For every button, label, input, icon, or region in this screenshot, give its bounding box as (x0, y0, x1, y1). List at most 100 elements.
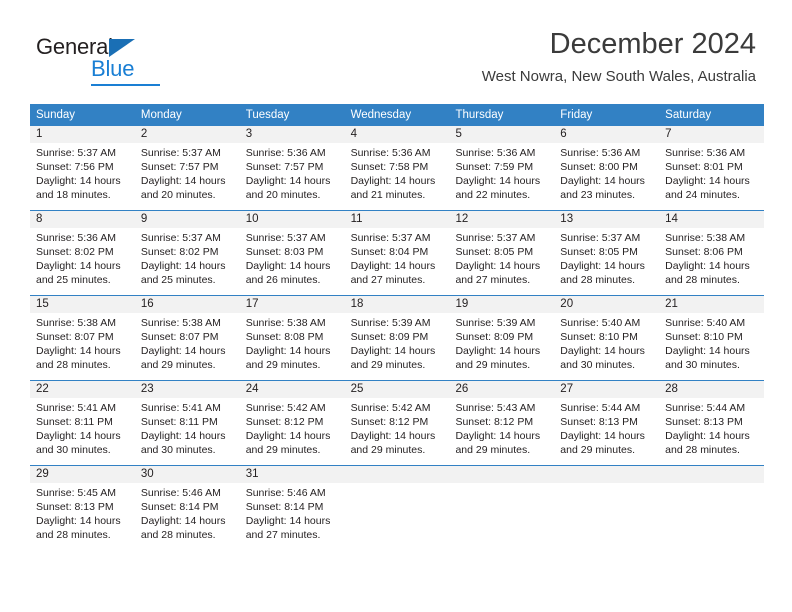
day-sunrise-text: Sunrise: 5:36 AM (36, 232, 116, 244)
calendar-week-row: 1 2 3 4 5 6 7 Sunrise: 5:37 AM Sunset: 7:56 PM Da… (30, 126, 764, 202)
day-number[interactable]: 23 (135, 381, 240, 398)
day-sunrise-text: Sunrise: 5:38 AM (245, 317, 326, 329)
day-number-empty (554, 466, 659, 483)
day-number[interactable]: 14 (659, 211, 764, 228)
day-number[interactable]: 24 (240, 381, 345, 398)
day-details-row: Sunrise: 5:36 AM Sunset: 8:02 PM Daylight:… (30, 228, 764, 287)
day-number[interactable]: 10 (240, 211, 345, 228)
day-sunset-text: Sunset: 8:02 PM (140, 246, 219, 258)
day-sunset-text: Sunset: 8:13 PM (665, 416, 743, 428)
day-number[interactable]: 20 (554, 296, 659, 313)
day-number[interactable]: 17 (240, 296, 345, 313)
day-daylight-1-text: Daylight: 14 hours (350, 430, 436, 442)
day-sunrise-text: Sunrise: 5:36 AM (350, 147, 431, 159)
day-sunset-text: Sunset: 8:11 PM (140, 416, 218, 428)
day-number[interactable]: 18 (345, 296, 450, 313)
day-number[interactable]: 22 (30, 381, 135, 398)
day-daylight-2-text: and 29 minutes. (455, 359, 531, 371)
day-number[interactable]: 4 (345, 126, 450, 143)
day-number[interactable]: 9 (135, 211, 240, 228)
day-details-row: Sunrise: 5:41 AM Sunset: 8:11 PM Daylight:… (30, 398, 764, 457)
calendar-week-row: 22 23 24 25 26 27 28 Sunrise: 5:41 AM Sunset: 8:… (30, 380, 764, 457)
day-sunrise-text: Sunrise: 5:46 AM (140, 487, 221, 499)
day-cell-empty (345, 483, 450, 542)
day-daylight-1-text: Daylight: 14 hours (350, 345, 436, 357)
day-sunrise-text: Sunrise: 5:39 AM (455, 317, 536, 329)
calendar-grid: Sunday Monday Tuesday Wednesday Thursday Frid… (30, 104, 764, 542)
day-cell-details: Sunrise: 5:38 AM Sunset: 8:07 PM Daylight:… (135, 313, 240, 372)
day-number[interactable]: 16 (135, 296, 240, 313)
day-daylight-1-text: Daylight: 14 hours (560, 345, 645, 357)
day-daylight-1-text: Daylight: 14 hours (36, 260, 121, 272)
day-sunrise-text: Sunrise: 5:37 AM (350, 232, 431, 244)
general-blue-logo[interactable]: General Blue (36, 34, 226, 86)
day-sunset-text: Sunset: 8:05 PM (455, 246, 534, 258)
day-cell-details: Sunrise: 5:37 AM Sunset: 8:05 PM Daylight:… (449, 228, 554, 287)
day-daylight-2-text: and 28 minutes. (140, 529, 216, 541)
day-number[interactable]: 3 (240, 126, 345, 143)
day-daylight-2-text: and 28 minutes. (665, 274, 740, 286)
day-number[interactable]: 31 (240, 466, 345, 483)
day-daylight-2-text: and 25 minutes. (36, 274, 111, 286)
day-sunset-text: Sunset: 8:07 PM (140, 331, 219, 343)
title-block: December 2024 West Nowra, New South Wale… (482, 26, 756, 88)
day-sunrise-text: Sunrise: 5:42 AM (350, 402, 431, 414)
day-cell-details: Sunrise: 5:39 AM Sunset: 8:09 PM Daylight:… (449, 313, 554, 372)
day-cell-details: Sunrise: 5:41 AM Sunset: 8:11 PM Daylight:… (30, 398, 135, 457)
day-daylight-2-text: and 30 minutes. (560, 359, 636, 371)
weekday-header-thursday: Thursday (455, 109, 504, 121)
day-number[interactable]: 7 (659, 126, 764, 143)
day-number[interactable]: 6 (554, 126, 659, 143)
day-number-empty (345, 466, 450, 483)
calendar-week-row: 8 9 10 11 12 13 14 Sunrise: 5:36 AM Sunset: 8:02… (30, 210, 764, 287)
day-number-band: 1234567 (30, 126, 764, 143)
day-details-row: Sunrise: 5:38 AM Sunset: 8:07 PM Daylight:… (30, 313, 764, 372)
day-daylight-1-text: Daylight: 14 hours (36, 515, 121, 527)
weekday-header-monday: Monday (140, 109, 182, 121)
day-daylight-2-text: and 21 minutes. (350, 189, 426, 201)
day-sunset-text: Sunset: 7:59 PM (455, 161, 534, 173)
day-number[interactable]: 13 (554, 211, 659, 228)
day-number[interactable]: 30 (135, 466, 240, 483)
day-daylight-2-text: and 24 minutes. (665, 189, 740, 201)
day-sunset-text: Sunset: 8:06 PM (665, 246, 743, 258)
day-cell-details: Sunrise: 5:42 AM Sunset: 8:12 PM Daylight:… (345, 398, 450, 457)
day-sunset-text: Sunset: 7:57 PM (245, 161, 324, 173)
day-daylight-2-text: and 25 minutes. (140, 274, 216, 286)
day-number[interactable]: 1 (30, 126, 135, 143)
day-number[interactable]: 26 (449, 381, 554, 398)
day-sunset-text: Sunset: 8:10 PM (560, 331, 638, 343)
day-number[interactable]: 27 (554, 381, 659, 398)
day-number[interactable]: 19 (449, 296, 554, 313)
day-number[interactable]: 5 (449, 126, 554, 143)
day-daylight-2-text: and 30 minutes. (665, 359, 740, 371)
day-sunrise-text: Sunrise: 5:40 AM (560, 317, 641, 329)
logo-text-blue: Blue (91, 56, 135, 81)
day-daylight-1-text: Daylight: 14 hours (140, 430, 226, 442)
day-number[interactable]: 28 (659, 381, 764, 398)
day-number[interactable]: 25 (345, 381, 450, 398)
day-daylight-1-text: Daylight: 14 hours (140, 260, 226, 272)
day-daylight-2-text: and 29 minutes. (140, 359, 216, 371)
day-cell-details: Sunrise: 5:43 AM Sunset: 8:12 PM Daylight:… (449, 398, 554, 457)
day-daylight-1-text: Daylight: 14 hours (665, 260, 750, 272)
calendar-page: General Blue December 2024 West Nowra, N… (0, 0, 792, 612)
day-daylight-1-text: Daylight: 14 hours (245, 345, 331, 357)
day-number[interactable]: 21 (659, 296, 764, 313)
day-daylight-2-text: and 28 minutes. (560, 274, 636, 286)
day-number[interactable]: 12 (449, 211, 554, 228)
day-number[interactable]: 29 (30, 466, 135, 483)
day-cell-details: Sunrise: 5:37 AM Sunset: 8:02 PM Daylight:… (135, 228, 240, 287)
day-sunrise-text: Sunrise: 5:44 AM (560, 402, 641, 414)
day-number[interactable]: 11 (345, 211, 450, 228)
day-number[interactable]: 2 (135, 126, 240, 143)
day-number[interactable]: 8 (30, 211, 135, 228)
logo-triangle-icon (109, 39, 135, 57)
day-sunrise-text: Sunrise: 5:44 AM (665, 402, 746, 414)
day-number[interactable]: 15 (30, 296, 135, 313)
day-sunset-text: Sunset: 8:09 PM (350, 331, 429, 343)
day-cell-details: Sunrise: 5:37 AM Sunset: 8:05 PM Daylight:… (554, 228, 659, 287)
day-sunrise-text: Sunrise: 5:37 AM (455, 232, 536, 244)
day-daylight-1-text: Daylight: 14 hours (140, 515, 226, 527)
day-sunset-text: Sunset: 8:12 PM (455, 416, 534, 428)
